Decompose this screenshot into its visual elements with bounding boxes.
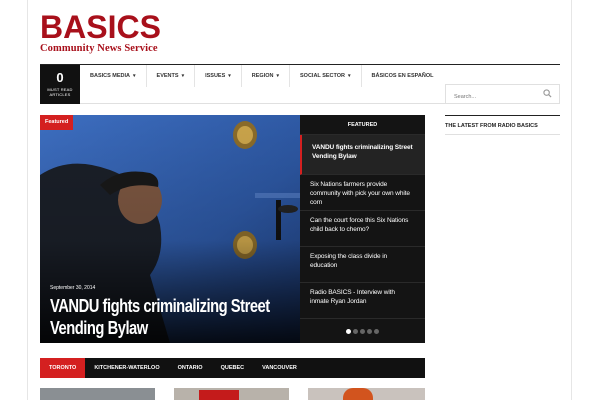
featured-list-item[interactable]: Exposing the class divide in education	[300, 247, 425, 283]
featured-list-item[interactable]: Six Nations farmers provide community wi…	[300, 175, 425, 211]
article-thumbnail[interactable]	[40, 388, 155, 400]
featured-list-heading: FEATURED	[300, 115, 425, 135]
slider-pagination	[346, 329, 379, 334]
menu-item-label: BASICS MEDIA	[90, 73, 131, 79]
logo-main-text: BASICS	[40, 9, 161, 45]
menu-item-region[interactable]: REGION ▾	[242, 65, 290, 87]
search-icon[interactable]	[543, 89, 552, 98]
slide-title[interactable]: VANDU fights criminalizing Street Vendin…	[50, 295, 296, 339]
must-read-label-2: ARTICLES	[49, 92, 71, 97]
slider-dot[interactable]	[346, 329, 351, 334]
search-box	[445, 84, 560, 106]
radio-basics-widget: THE LATEST FROM RADIO BASICS	[445, 115, 560, 135]
caret-down-icon: ▾	[228, 73, 231, 79]
menu-item-issues[interactable]: ISSUES ▾	[195, 65, 242, 87]
site-logo[interactable]: BASICS Community News Service	[40, 9, 161, 54]
featured-list-item[interactable]: Can the court force this Six Nations chi…	[300, 211, 425, 247]
tab-vancouver[interactable]: VANCOUVER	[253, 358, 306, 378]
search-input[interactable]	[446, 88, 541, 106]
radio-basics-title: THE LATEST FROM RADIO BASICS	[445, 115, 560, 135]
slider-dot[interactable]	[367, 329, 372, 334]
caret-down-icon: ▾	[348, 73, 351, 79]
main-menu: BASICS MEDIA ▾ EVENTS ▾ ISSUES ▾ REGION ▾ SO…	[80, 65, 443, 87]
featured-list-item[interactable]: VANDU fights criminalizing Street Vendin…	[300, 135, 425, 175]
article-thumbnail[interactable]	[308, 388, 425, 400]
featured-list-panel: FEATURED VANDU fights criminalizing Stre…	[300, 115, 425, 343]
thumbnail-detail	[199, 390, 239, 400]
menu-item-social-sector[interactable]: SOCIAL SECTOR ▾	[290, 65, 362, 87]
menu-item-label: EVENTS	[156, 73, 179, 79]
caret-down-icon: ▾	[133, 73, 136, 79]
must-read-count: 0	[56, 70, 64, 85]
logo-subtitle: Community News Service	[40, 43, 158, 54]
region-tabs: TORONTO KITCHENER-WATERLOO ONTARIO QUEBE…	[40, 358, 425, 378]
featured-badge: Featured	[40, 115, 74, 130]
tab-kitchener-waterloo[interactable]: KITCHENER-WATERLOO	[85, 358, 168, 378]
article-thumbnail[interactable]	[174, 388, 289, 400]
slider-dot[interactable]	[374, 329, 379, 334]
menu-item-label: REGION	[251, 73, 274, 79]
slider-dot[interactable]	[353, 329, 358, 334]
slide-date: September 30, 2014	[50, 285, 96, 291]
menu-item-label: ISSUES	[205, 73, 226, 79]
thumbnail-detail	[343, 388, 373, 400]
tab-toronto[interactable]: TORONTO	[40, 358, 86, 378]
menu-item-events[interactable]: EVENTS ▾	[147, 65, 196, 87]
menu-item-basics-media[interactable]: BASICS MEDIA ▾	[80, 65, 147, 87]
slide-image[interactable]: Featured September 30, 2014 VANDU fights…	[40, 115, 300, 343]
tab-quebec[interactable]: QUEBEC	[212, 358, 254, 378]
page-frame-left	[27, 0, 28, 400]
caret-down-icon: ▾	[181, 73, 185, 79]
featured-slider: Featured September 30, 2014 VANDU fights…	[40, 115, 425, 343]
featured-list-item[interactable]: Radio BASICS - Interview with inmate Rya…	[300, 283, 425, 319]
must-read-counter[interactable]: 0 MUST READ ARTICLES	[40, 65, 80, 104]
menu-item-label: SOCIAL SECTOR	[300, 73, 346, 79]
menu-item-basicos-espanol[interactable]: BÁSICOS EN ESPAÑOL	[362, 65, 444, 87]
caret-down-icon: ▾	[276, 73, 279, 79]
menu-item-label: BÁSICOS EN ESPAÑOL	[371, 73, 434, 79]
slider-dot[interactable]	[360, 329, 365, 334]
tab-ontario[interactable]: ONTARIO	[169, 358, 212, 378]
page-frame-right	[571, 0, 572, 400]
